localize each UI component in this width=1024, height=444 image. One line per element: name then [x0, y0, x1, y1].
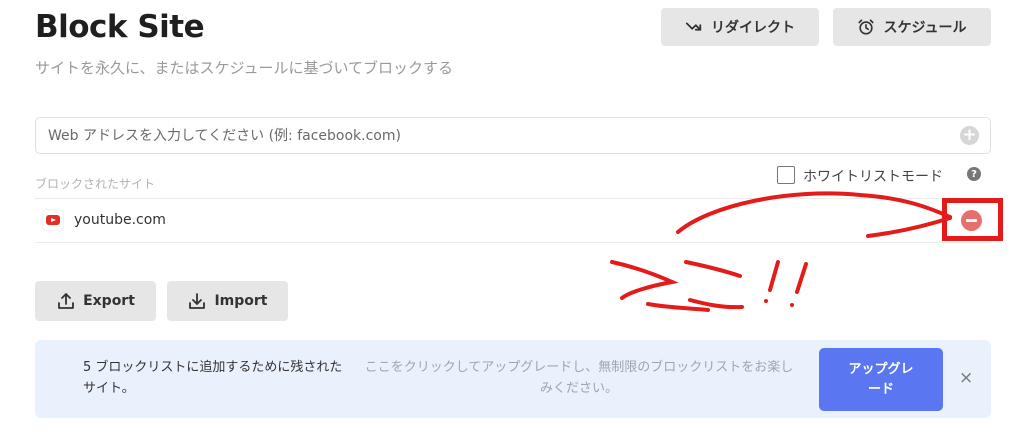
export-label: Export [83, 293, 135, 309]
add-site-icon[interactable]: + [960, 126, 979, 145]
close-icon[interactable]: × [959, 368, 973, 388]
upgrade-banner: 5 ブロックリストに追加するために残されたサイト。 ここをクリックしてアップグレ… [35, 340, 991, 418]
alarm-clock-icon [858, 19, 875, 35]
youtube-icon [43, 210, 63, 230]
whitelist-checkbox[interactable] [777, 166, 795, 184]
redirect-icon [685, 22, 702, 31]
site-name: youtube.com [74, 212, 166, 228]
blocked-sites-label: ブロックされたサイト [35, 177, 156, 191]
page-subtitle: サイトを永久に、またはスケジュールに基づいてブロックする [35, 59, 454, 77]
upgrade-promo-text[interactable]: ここをクリックしてアップグレードし、無制限のブロックリストをお楽しみください。 [363, 357, 795, 399]
annotation-highlight-box [942, 198, 1003, 241]
import-button[interactable]: Import [167, 281, 288, 321]
upgrade-button[interactable]: アップグレード [819, 348, 943, 411]
redirect-label: リダイレクト [711, 20, 795, 36]
schedule-button[interactable]: スケジュール [833, 8, 991, 46]
schedule-label: スケジュール [883, 20, 967, 36]
divider [35, 242, 991, 243]
remaining-sites-text: 5 ブロックリストに追加するために残されたサイト。 [83, 360, 343, 396]
redirect-button[interactable]: リダイレクト [661, 8, 819, 46]
url-input-container: + [35, 117, 991, 154]
page-title: Block Site [35, 9, 205, 45]
import-label: Import [214, 293, 268, 309]
url-input[interactable] [36, 118, 990, 153]
download-icon [189, 293, 206, 309]
export-button[interactable]: Export [35, 281, 156, 321]
list-item: youtube.com [35, 199, 991, 242]
whitelist-label[interactable]: ホワイトリストモード [803, 166, 943, 186]
help-icon[interactable]: ? [967, 167, 981, 181]
upload-icon [58, 293, 74, 309]
